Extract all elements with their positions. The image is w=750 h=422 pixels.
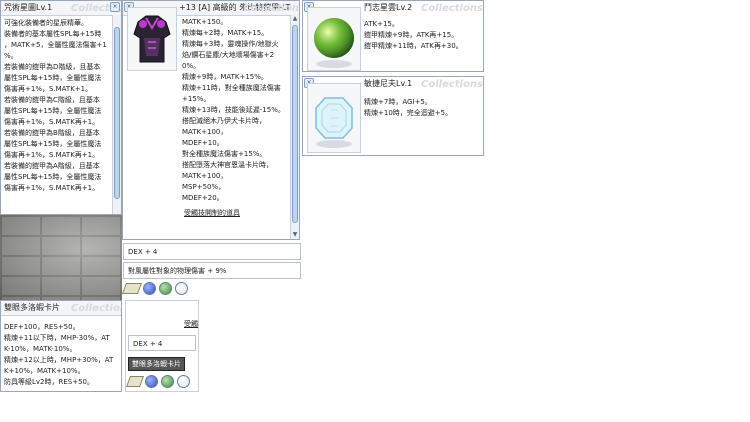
desc-line: DEF+100，RES+50。	[4, 323, 80, 331]
description-text: DEF+100，RES+50。 精煉+11以下時，MHP-30%，AT K-10…	[1, 316, 121, 390]
gem-green-icon[interactable]	[161, 375, 174, 388]
scroll-down-icon[interactable]: ▼	[291, 231, 299, 239]
desc-line: 搭配滅絕木乃伊犬卡片時，	[182, 117, 266, 125]
window-spell-chart: 咒術星圖Lv.1 Collections × 可強化裝備者的星辰精華。 裝備者的…	[0, 0, 122, 215]
desc-line: 對全種族魔法傷害+15%。	[182, 150, 267, 158]
desc-line: 屬性SPL每+15時，全屬性魔法	[4, 107, 102, 115]
card-slots	[121, 282, 188, 295]
desc-line: 搭配墮落大神官恩溫卡片時，	[182, 161, 273, 169]
desc-line: MSP+50%，	[182, 183, 226, 191]
desc-line: 傷害再+1%，S.MATK再+1。	[4, 118, 100, 126]
gem-white-icon[interactable]	[175, 282, 188, 295]
window-title: 鬥志星雲Lv.2	[364, 3, 413, 12]
desc-line: MDEF+10。	[182, 139, 224, 147]
description-text: ATK+15。 鎧甲精煉+9時，ATK再+15。 鎧甲精煉+11時，ATK再+3…	[361, 17, 466, 54]
enchant-icon	[121, 283, 143, 294]
desc-line: 鎧甲精煉+9時，ATK再+15。	[364, 31, 459, 39]
desc-line: 若裝備的鎧甲為C階級，且基本	[4, 96, 100, 104]
desc-line: 若裝備的鎧甲為D階級，且基本	[4, 63, 101, 71]
mini-label[interactable]: 受觸	[184, 319, 198, 329]
desc-line: 精煉+11時，對全種族魔法傷害	[182, 84, 281, 92]
stat-bar-dex: DEX + 4	[123, 243, 301, 260]
desc-line: 精煉+13時，技能後延遲-15%。	[182, 106, 285, 114]
description-text: 可強化裝備者的星辰精華。 裝備者的基本屬性SPL每+15時 ，MATK+5，全屬…	[1, 16, 121, 196]
gem-blue-icon[interactable]	[143, 282, 156, 295]
window-armor: +13 [A] 高級的 朱比特鎧甲-LT Collections × MATK+…	[122, 0, 300, 240]
stat-bar-wind: 對風屬性對象的物理傷害 + 9%	[123, 262, 301, 279]
scrollbar-thumb[interactable]	[292, 25, 298, 223]
desc-line: %。	[4, 52, 18, 60]
desc-line: 傷害再+1%，S.MATK再+1。	[4, 184, 100, 192]
desc-line: 傷害再+1%，S.MATK+1。	[4, 85, 93, 93]
window-title: 咒術星圖Lv.1	[1, 1, 121, 16]
desc-line: ，MATK+5，全屬性魔法傷害+1	[4, 41, 107, 49]
desc-line: 精煉+7時，AGI+5。	[364, 98, 432, 106]
desc-line: 精煉+12以上時，MHP+30%，AT	[4, 356, 114, 364]
desc-line: 0%。	[182, 62, 201, 70]
stat-bar-dex: DEX + 4	[128, 335, 196, 351]
desc-line: K+10%，MATK+10%。	[4, 367, 85, 375]
desc-line: 精煉+11以下時，MHP-30%，AT	[4, 334, 110, 342]
window-title: 敏捷尼夫Lv.1	[364, 79, 413, 88]
window-card-stats: 受觸 DEX + 4 雙眼多洛蝦卡片	[125, 300, 199, 392]
scrollbar[interactable]: ▲ ▼	[290, 15, 299, 239]
card-slots	[126, 375, 190, 388]
description-text: 精煉+7時，AGI+5。 精煉+10時，完全迴避+5。	[361, 95, 455, 121]
close-icon[interactable]: ×	[110, 2, 120, 12]
desc-line: 鎧甲精煉+11時，ATK再+30。	[364, 42, 463, 50]
crystal-octagon-icon	[315, 97, 353, 148]
desc-line: 屬性SPL每+15時，全屬性魔法	[4, 74, 102, 82]
description-text: MATK+150。 精煉每+2時，MATK+15。 精煉每+3時，靈魂操作/地獄…	[179, 15, 289, 221]
desc-line: 屬性SPL每+15時，全屬性魔法	[4, 140, 102, 148]
armor-image-frame	[127, 7, 177, 71]
window-agility: × 敏捷尼夫Lv.1 Collections 精煉+7時，AGI+5。 精煉+1…	[302, 76, 484, 156]
window-fighting-spirit: × 鬥志星雲Lv.2 Collections ATK+15。 鎧甲精煉+9時，A…	[302, 0, 484, 72]
desc-line: 屬性SPL每+15時，全屬性魔法	[4, 173, 102, 181]
desc-line: 焰/鑽石星塵/大地壞場傷害+2	[182, 51, 275, 59]
desc-line: MATK+100，	[182, 128, 228, 136]
enchant-icon	[126, 376, 145, 387]
scroll-up-icon[interactable]: ▲	[291, 15, 299, 23]
stone-highlight	[0, 215, 122, 300]
gem-blue-icon[interactable]	[145, 375, 158, 388]
gem-green-icon[interactable]	[159, 282, 172, 295]
desc-line: K-10%，MATK-10%。	[4, 345, 77, 353]
tooltip: 雙眼多洛蝦卡片	[128, 357, 185, 371]
desc-line: MATK+100，	[182, 172, 228, 180]
desc-line: 精煉+9時，MATK+15%。	[182, 73, 268, 81]
window-title: 雙眼多洛蝦卡片	[1, 301, 121, 316]
link-text[interactable]: 受觸技開制的道具	[182, 208, 286, 219]
desc-line: 裝備者的基本屬性SPL每+15時	[4, 30, 102, 38]
orb-image-frame	[307, 7, 361, 71]
scrollbar[interactable]	[112, 15, 121, 214]
desc-line: ATK+15。	[364, 20, 399, 28]
green-orb-icon	[314, 18, 354, 68]
desc-line: 精煉+10時，完全迴避+5。	[364, 109, 453, 117]
desc-line: MATK+150。	[182, 18, 228, 26]
scrollbar-thumb[interactable]	[114, 27, 120, 199]
card-image-frame	[307, 83, 361, 153]
desc-line: 若裝備的鎧甲為A階級，且基本	[4, 162, 100, 170]
desc-line: 可強化裝備者的星辰精華。	[4, 19, 88, 27]
window-card: 雙眼多洛蝦卡片 Collections DEF+100，RES+50。 精煉+1…	[0, 300, 122, 392]
desc-line: MDEF+20。	[182, 194, 224, 202]
desc-line: +15%。	[182, 95, 211, 103]
desc-line: 防具等級Lv2時，RES+50。	[4, 378, 94, 386]
desc-line: 精煉每+3時，靈魂操作/地獄火	[182, 40, 279, 48]
armor-icon	[133, 15, 171, 63]
gem-white-icon[interactable]	[177, 375, 190, 388]
desc-line: 精煉每+2時，MATK+15。	[182, 29, 269, 37]
desc-line: 若裝備的鎧甲為B階級，且基本	[4, 129, 100, 137]
desc-line: 傷害再+1%，S.MATK再+1。	[4, 151, 100, 159]
